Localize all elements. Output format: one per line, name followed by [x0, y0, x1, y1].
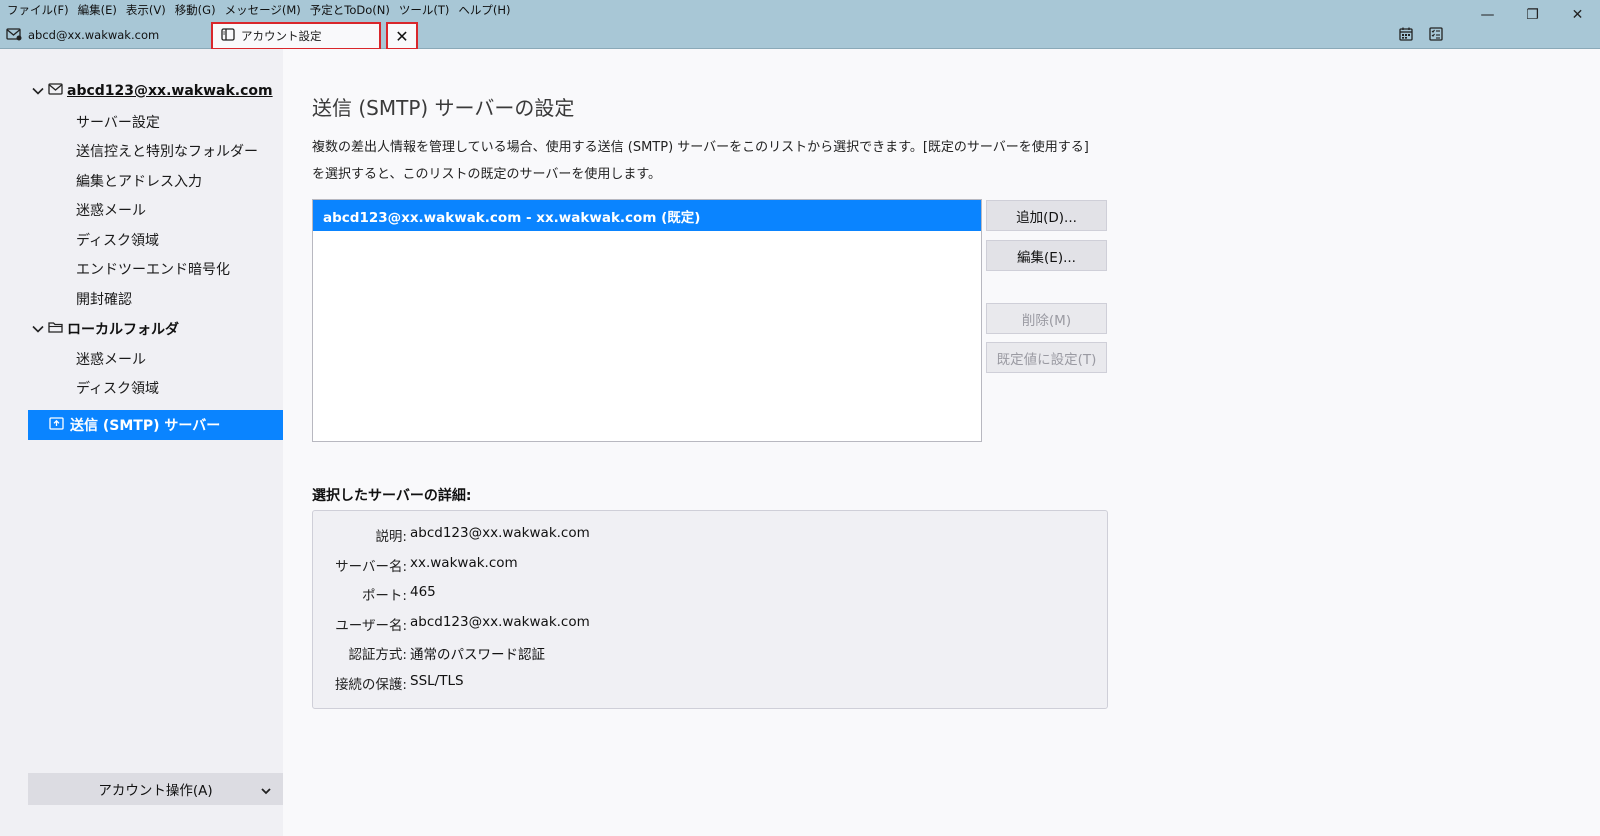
folder-icon — [48, 321, 63, 337]
detail-row-server-name: サーバー名: xx.wakwak.com — [313, 555, 1107, 575]
sidebar-account-name: abcd123@xx.wakwak.com — [67, 83, 273, 99]
menu-message[interactable]: メッセージ(M) — [222, 1, 307, 19]
sidebar-account-header[interactable]: abcd123@xx.wakwak.com — [32, 83, 273, 99]
detail-row-description: 説明: abcd123@xx.wakwak.com — [313, 525, 1107, 545]
set-default-button[interactable]: 既定値に設定(T) — [986, 342, 1107, 373]
sidebar-smtp-label: 送信 (SMTP) サーバー — [70, 418, 221, 434]
detail-value: SSL/TLS — [410, 673, 464, 689]
detail-label: ユーザー名: — [335, 618, 407, 634]
title-bar: ファイル(F) 編集(E) 表示(V) 移動(G) メッセージ(M) 予定とTo… — [0, 0, 1600, 50]
tab-close-button[interactable]: ✕ — [386, 22, 418, 50]
add-button[interactable]: 追加(D)... — [986, 200, 1107, 231]
sidebar-item-server-settings[interactable]: サーバー設定 — [76, 112, 160, 132]
detail-value: 465 — [410, 584, 436, 600]
detail-value: abcd123@xx.wakwak.com — [410, 525, 590, 541]
menu-events-tasks[interactable]: 予定とToDo(N) — [307, 1, 396, 19]
detail-label: 認証方式: — [348, 647, 407, 663]
menu-view[interactable]: 表示(V) — [123, 1, 172, 19]
account-actions-label: アカウント操作(A) — [98, 783, 213, 799]
window-close-button[interactable]: ✕ — [1555, 0, 1600, 30]
sidebar-item-smtp[interactable]: 送信 (SMTP) サーバー — [28, 410, 283, 440]
detail-row-connection-security: 接続の保護: SSL/TLS — [313, 673, 1107, 693]
edit-button[interactable]: 編集(E)... — [986, 240, 1107, 271]
toolbar-icons — [1398, 26, 1444, 42]
sidebar-item-copies-folders[interactable]: 送信控えと特別なフォルダー — [76, 141, 258, 161]
menu-bar: ファイル(F) 編集(E) 表示(V) 移動(G) メッセージ(M) 予定とTo… — [4, 1, 516, 19]
tasks-icon[interactable] — [1428, 26, 1444, 42]
delete-button[interactable]: 削除(M) — [986, 303, 1107, 334]
menu-help[interactable]: ヘルプ(H) — [455, 1, 516, 19]
mail-icon — [6, 27, 22, 44]
restore-button[interactable]: ❐ — [1510, 0, 1555, 30]
sidebar-item-e2e-encryption[interactable]: エンドツーエンド暗号化 — [76, 259, 230, 279]
menu-edit[interactable]: 編集(E) — [75, 1, 123, 19]
server-details: 説明: abcd123@xx.wakwak.com サーバー名: xx.wakw… — [312, 510, 1108, 709]
window-controls: — ❐ ✕ — [1465, 0, 1600, 30]
minimize-button[interactable]: — — [1465, 0, 1510, 30]
calendar-icon[interactable] — [1398, 26, 1414, 42]
detail-label: サーバー名: — [335, 559, 407, 575]
sidebar-local-folders-name: ローカルフォルダ — [67, 322, 179, 338]
tab-mail[interactable]: abcd@xx.wakwak.com — [6, 24, 159, 46]
chevron-down-icon[interactable] — [32, 85, 44, 97]
chevron-down-icon[interactable] — [32, 323, 44, 335]
smtp-server-list[interactable]: abcd123@xx.wakwak.com - xx.wakwak.com (既… — [312, 199, 982, 442]
page-description: 複数の差出人情報を管理している場合、使用する送信 (SMTP) サーバーをこのリ… — [312, 140, 1089, 182]
account-actions-button[interactable]: アカウント操作(A) — [28, 773, 283, 805]
tab-account-settings[interactable]: アカウント設定 — [211, 22, 381, 50]
chevron-down-icon — [261, 783, 271, 799]
envelope-icon — [48, 83, 63, 99]
detail-label: 説明: — [375, 529, 407, 545]
detail-value: xx.wakwak.com — [410, 555, 518, 571]
sidebar-item-disk-space[interactable]: ディスク領域 — [76, 230, 159, 250]
menu-tools[interactable]: ツール(T) — [396, 1, 456, 19]
account-sidebar: abcd123@xx.wakwak.com サーバー設定 送信控えと特別なフォル… — [0, 49, 283, 836]
detail-row-port: ポート: 465 — [313, 584, 1107, 604]
main-panel: 送信 (SMTP) サーバーの設定 複数の差出人情報を管理している場合、使用する… — [283, 49, 1600, 836]
menu-go[interactable]: 移動(G) — [172, 1, 222, 19]
settings-tab-icon — [221, 28, 235, 44]
detail-value: abcd123@xx.wakwak.com — [410, 614, 590, 630]
detail-label: 接続の保護: — [334, 677, 407, 693]
detail-row-auth-method: 認証方式: 通常のパスワード認証 — [313, 643, 1107, 663]
detail-row-username: ユーザー名: abcd123@xx.wakwak.com — [313, 614, 1107, 634]
detail-value: 通常のパスワード認証 — [410, 647, 545, 663]
sidebar-item-return-receipts[interactable]: 開封確認 — [76, 289, 132, 309]
menu-file[interactable]: ファイル(F) — [4, 1, 75, 19]
page-title: 送信 (SMTP) サーバーの設定 — [312, 96, 575, 120]
outgoing-server-icon — [49, 416, 64, 434]
details-title: 選択したサーバーの詳細: — [312, 488, 472, 504]
tab-settings-label: アカウント設定 — [241, 29, 322, 43]
sidebar-item-local-junk[interactable]: 迷惑メール — [76, 349, 146, 369]
list-item[interactable]: abcd123@xx.wakwak.com - xx.wakwak.com (既… — [313, 200, 981, 231]
sidebar-item-local-disk-space[interactable]: ディスク領域 — [76, 378, 159, 398]
tab-mail-label: abcd@xx.wakwak.com — [28, 28, 160, 42]
sidebar-item-junk[interactable]: 迷惑メール — [76, 200, 146, 220]
sidebar-item-composition[interactable]: 編集とアドレス入力 — [76, 171, 202, 191]
sidebar-local-folders-header[interactable]: ローカルフォルダ — [32, 319, 179, 339]
detail-label: ポート: — [361, 588, 407, 604]
